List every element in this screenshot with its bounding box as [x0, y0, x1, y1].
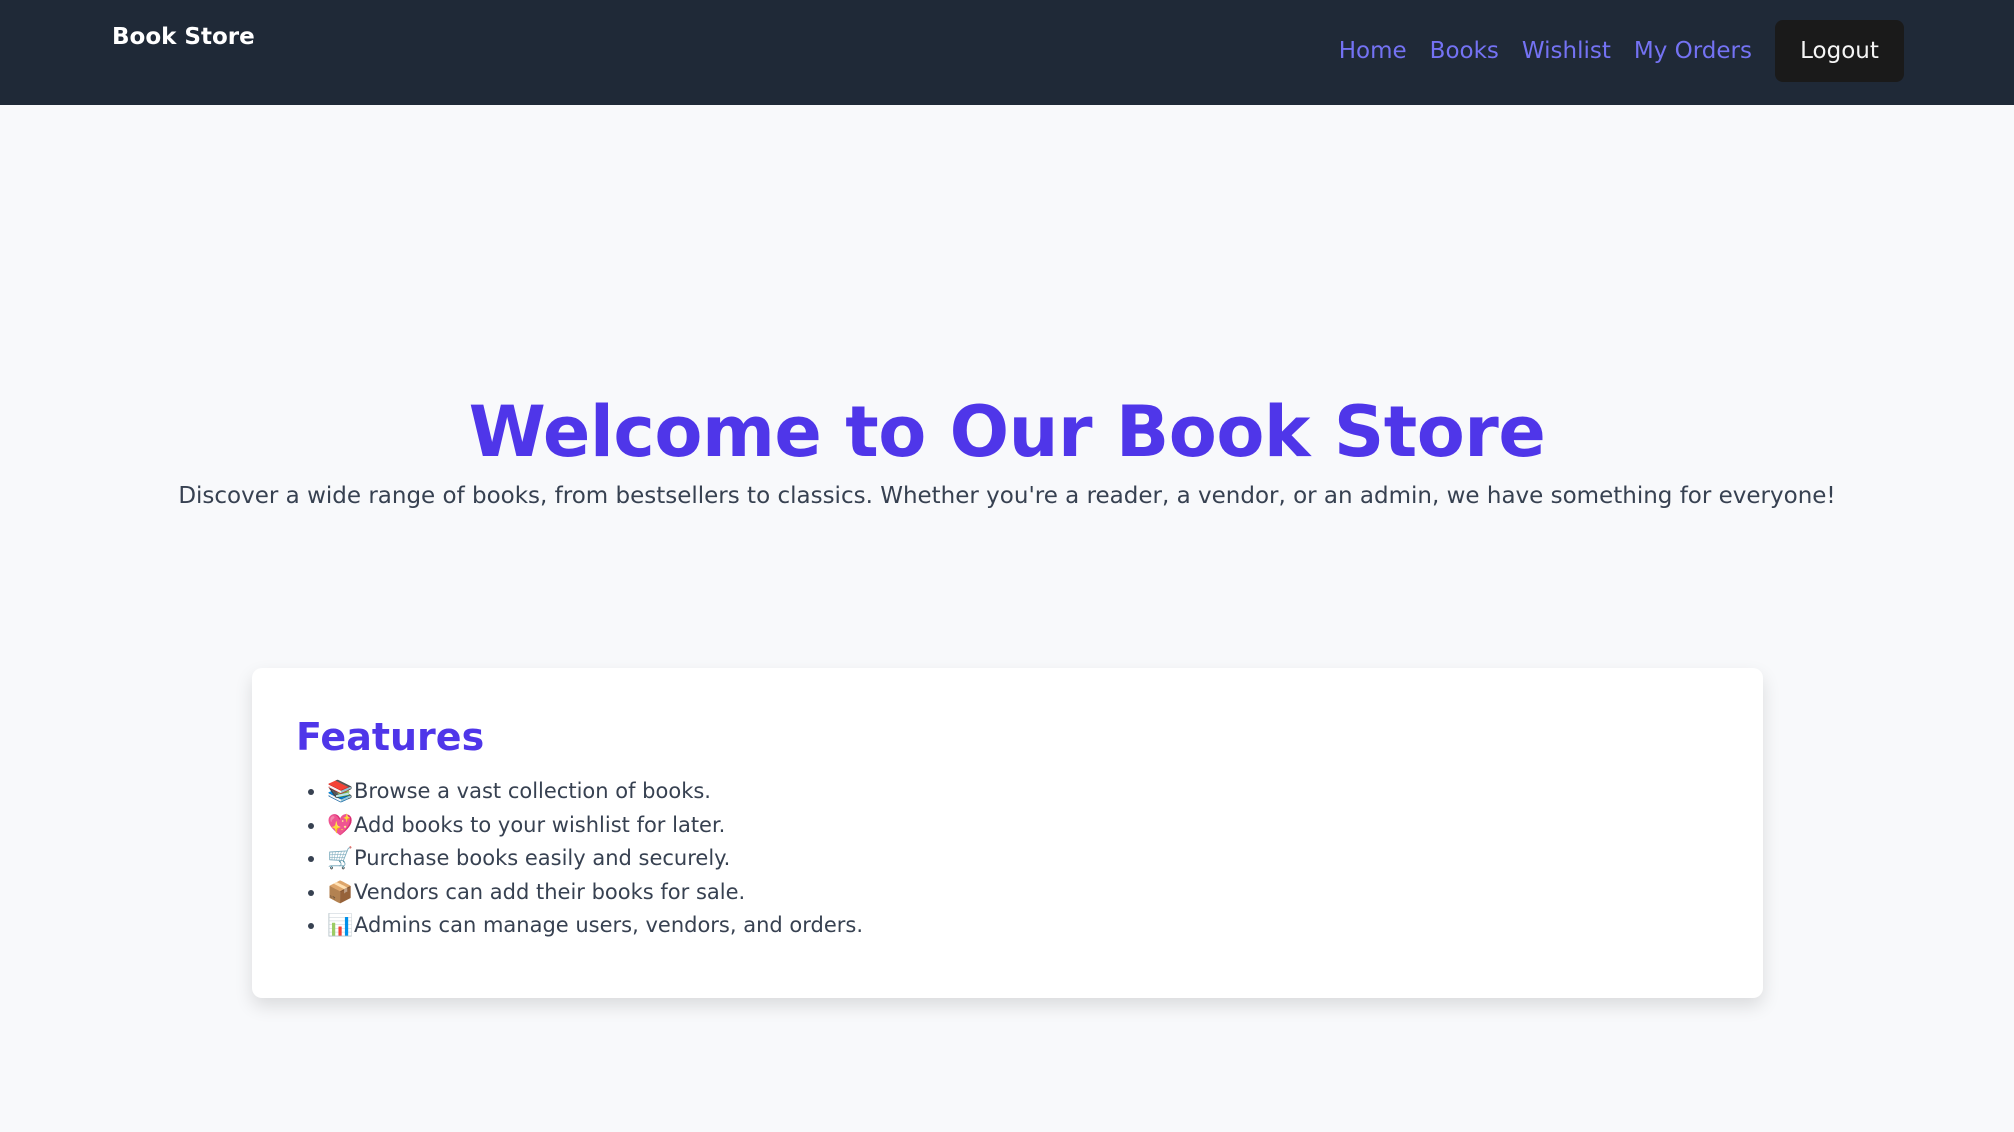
- top-navbar: Book Store Home Books Wishlist My Orders…: [0, 0, 2014, 105]
- feature-text-purchase: Purchase books easily and securely.: [354, 846, 731, 870]
- package-icon: 📦: [327, 879, 354, 904]
- nav-my-orders-link[interactable]: My Orders: [1634, 36, 1752, 66]
- feature-item-wishlist: 💖Add books to your wishlist for later.: [327, 809, 1719, 843]
- welcome-hero: Welcome to Our Book Store Discover a wid…: [0, 385, 2014, 512]
- welcome-description: Discover a wide range of books, from bes…: [178, 483, 1836, 509]
- feature-text-admins: Admins can manage users, vendors, and or…: [354, 913, 864, 937]
- main-navigation: Home Books Wishlist My Orders Logout: [1339, 20, 1904, 82]
- page-title: Welcome to Our Book Store: [468, 391, 1546, 473]
- feature-item-purchase: 🛒Purchase books easily and securely.: [327, 842, 1719, 876]
- nav-books-link[interactable]: Books: [1430, 36, 1499, 66]
- heart-icon: 💖: [327, 812, 354, 837]
- feature-item-browse-books: 📚Browse a vast collection of books.: [327, 775, 1719, 809]
- feature-item-vendors: 📦Vendors can add their books for sale.: [327, 876, 1719, 910]
- bar-chart-icon: 📊: [327, 913, 354, 937]
- books-icon: 📚: [327, 779, 354, 803]
- feature-text-browse-books: Browse a vast collection of books.: [354, 779, 711, 803]
- feature-text-wishlist: Add books to your wishlist for later.: [354, 812, 726, 837]
- feature-text-vendors: Vendors can add their books for sale.: [354, 879, 746, 904]
- features-card: Features 📚Browse a vast collection of bo…: [252, 668, 1763, 998]
- shopping-cart-icon: 🛒: [327, 846, 354, 870]
- nav-wishlist-link[interactable]: Wishlist: [1522, 36, 1611, 66]
- features-list: 📚Browse a vast collection of books. 💖Add…: [296, 775, 1719, 943]
- features-title: Features: [296, 715, 485, 759]
- brand-title[interactable]: Book Store: [112, 22, 255, 52]
- logout-button[interactable]: Logout: [1775, 20, 1904, 82]
- feature-item-admins: 📊Admins can manage users, vendors, and o…: [327, 909, 1719, 943]
- nav-home-link[interactable]: Home: [1339, 36, 1407, 66]
